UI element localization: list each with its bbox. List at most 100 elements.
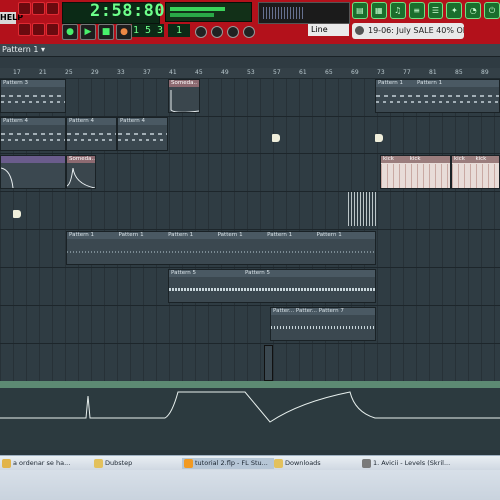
news-icon	[355, 26, 364, 35]
kick-clip[interactable]: kick kick	[451, 155, 500, 189]
play-button[interactable]: ▶	[80, 24, 96, 40]
step-sequencer-icon[interactable]: ▦	[370, 2, 387, 19]
taskbar-item-label: a ordenar se ha...	[13, 459, 71, 467]
pattern-clip-group[interactable]: Patter... Patter... Pattern 7	[270, 307, 376, 341]
audio-slices[interactable]	[348, 192, 378, 226]
clip-title: Pattern 4	[1, 118, 65, 125]
plugin-icon[interactable]: ✦	[446, 2, 463, 19]
clip-notes	[67, 126, 116, 150]
news-bar[interactable]: 19-06: July SALE 40% OFF	[352, 23, 464, 39]
news-text: 19-06: July SALE 40% OFF	[368, 26, 464, 35]
pattern-clip-group[interactable]: Pattern 5 Pattern 5	[168, 269, 376, 303]
event-marker[interactable]	[13, 210, 21, 218]
clip-notes	[452, 164, 499, 188]
playlist-pattern-selector[interactable]: Pattern 1 ▾	[2, 44, 45, 56]
browser-icon[interactable]: ≡	[408, 2, 425, 19]
automation-lane-header[interactable]	[0, 381, 500, 388]
window-shortcut-icons: ▤ ▦ ♫ ≡ ☰ ✦ ◔ ⏻	[352, 2, 500, 20]
clip-title-1: kick	[383, 156, 394, 162]
swing-knob[interactable]	[227, 26, 239, 38]
cpu-icon[interactable]: ◔	[465, 2, 482, 19]
pattern-clip-group[interactable]: Pattern 1 Pattern 1 Pattern 1 Pattern 1 …	[66, 231, 376, 265]
ruler-tick: 61	[299, 69, 307, 76]
taskbar-item[interactable]: Dubstep	[92, 458, 180, 469]
tools-icon[interactable]	[46, 23, 59, 36]
pattern-number-display[interactable]: 1	[168, 24, 190, 37]
taskbar-item-active[interactable]: tutorial 2.flp - FL Stu...	[182, 458, 274, 469]
clip-title: Pattern 4	[67, 118, 116, 125]
clip-title-2: Pattern 5	[245, 270, 271, 276]
view-icon[interactable]	[18, 23, 31, 36]
clip-title-2: Patter...	[295, 308, 318, 314]
clip-title-5: Pattern 1	[267, 232, 293, 238]
ruler-tick: 69	[351, 69, 359, 76]
ruler-tick: 49	[221, 69, 229, 76]
pattern-clip[interactable]	[0, 155, 66, 189]
clip-title: Pattern 1 Pattern 1 Pattern 1 Pattern 1 …	[67, 232, 375, 239]
ruler-tick: 41	[169, 69, 177, 76]
clip-title: kick kick	[381, 156, 450, 163]
master-pitch-knob[interactable]	[211, 26, 223, 38]
clip-title: Pattern 5 Pattern 5	[169, 270, 375, 277]
taskbar-item[interactable]: Downloads	[272, 458, 358, 469]
timeline-ruler[interactable]: 17 21 25 29 33 37 41 45 49 53 57 61 65 6…	[0, 68, 500, 79]
event-marker[interactable]	[272, 134, 280, 142]
clip-title	[1, 156, 65, 163]
channels-icon[interactable]	[46, 2, 59, 15]
taskbar-item[interactable]: 1. Avicii - Levels (Skril...	[360, 458, 456, 469]
automation-clip[interactable]	[0, 388, 500, 450]
tempo-display[interactable]: 1 5 3	[132, 24, 164, 37]
taskbar-item-label: 1. Avicii - Levels (Skril...	[373, 459, 451, 467]
taskbar-item-label: tutorial 2.flp - FL Stu...	[195, 459, 268, 467]
piano-roll-icon[interactable]: ♫	[389, 2, 406, 19]
playlist-footer	[0, 450, 500, 454]
taskbar-item[interactable]: a ordenar se ha...	[0, 458, 90, 469]
master-volume-knob[interactable]	[195, 26, 207, 38]
stop-button[interactable]: ■	[98, 24, 114, 40]
clip-title: Pattern 3	[1, 80, 65, 87]
power-icon[interactable]: ⏻	[484, 2, 500, 19]
audio-clip[interactable]: Someda..	[66, 155, 96, 189]
event-marker[interactable]	[375, 134, 383, 142]
taskbar-item-label: Downloads	[285, 459, 321, 467]
pattern-clip[interactable]: Pattern 1 Pattern 1	[375, 79, 500, 113]
song-time-display[interactable]: 2:58:80	[90, 1, 165, 21]
clip-title-1: Pattern 1	[69, 232, 95, 238]
playlist-tracks[interactable]: Pattern 3 Someda.. Pattern 1 Pattern 1 P…	[0, 79, 500, 381]
pattern-clip[interactable]: Pattern 3	[0, 79, 66, 113]
clip-notes	[381, 164, 450, 188]
pattern-clip[interactable]: Pattern 4	[0, 117, 66, 151]
clip-title-2: kick	[409, 156, 421, 162]
options-icon[interactable]	[32, 23, 45, 36]
clip-title-3: Pattern 7	[318, 308, 344, 314]
small-clip[interactable]	[264, 345, 273, 381]
ruler-tick: 37	[143, 69, 151, 76]
taskbar-strip: a ordenar se ha... Dubstep tutorial 2.fl…	[0, 455, 500, 470]
mixer-icon[interactable]: ☰	[427, 2, 444, 19]
help-button[interactable]: HELP	[0, 12, 23, 24]
ruler-tick: 81	[429, 69, 437, 76]
playlist-icon[interactable]: ▤	[352, 2, 368, 19]
pat-song-icon[interactable]: ●	[62, 24, 78, 40]
clip-title-1: kick	[454, 156, 465, 162]
clip-title-4: Pattern 1	[217, 232, 243, 238]
folder-icon	[274, 459, 283, 468]
edit-icon[interactable]	[32, 2, 45, 15]
ruler-tick: 73	[377, 69, 385, 76]
clip-notes	[271, 326, 375, 329]
track-separator	[0, 267, 500, 268]
audio-clip[interactable]: Someda..	[168, 79, 200, 113]
clip-title-2: kick	[475, 156, 487, 162]
file-icon[interactable]	[18, 2, 31, 15]
pattern-clip[interactable]: Pattern 4	[117, 117, 168, 151]
snap-select[interactable]: Line	[308, 24, 349, 36]
clip-title-1: Pattern 1	[378, 80, 404, 86]
clip-notes	[376, 88, 499, 112]
tempo-knob[interactable]	[243, 26, 255, 38]
chrome-icon	[2, 459, 11, 468]
record-button[interactable]: ●	[116, 24, 132, 40]
clip-waveform	[1, 167, 14, 188]
kick-clip[interactable]: kick kick	[380, 155, 451, 189]
pattern-clip[interactable]: Pattern 4	[66, 117, 117, 151]
clip-notes	[1, 126, 65, 150]
